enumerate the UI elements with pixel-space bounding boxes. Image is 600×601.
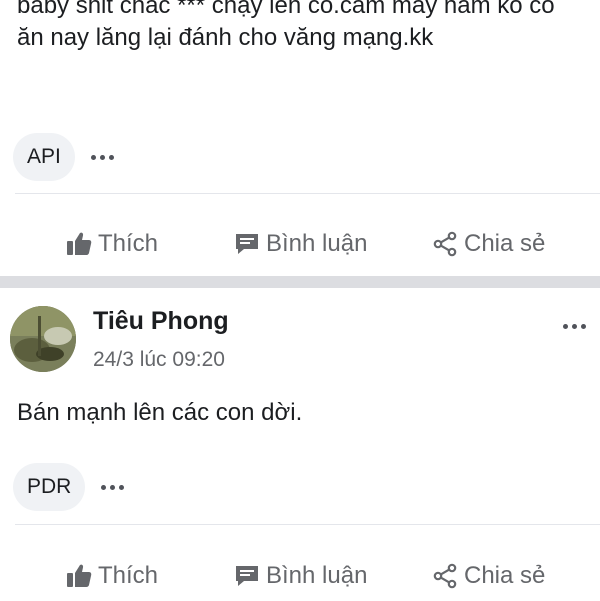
comment-icon <box>236 566 258 586</box>
feed-separator <box>0 276 600 288</box>
more-options-icon[interactable] <box>101 477 125 497</box>
dot <box>99 154 105 160</box>
thumbs-up-icon <box>67 232 92 255</box>
share-button[interactable]: Chia sẻ <box>432 562 545 590</box>
dot <box>90 154 96 160</box>
share-icon <box>433 563 457 589</box>
post-body-text: Bán mạnh lên các con dời. <box>17 399 303 426</box>
post-actions-bar: Thích Bình luận Chia sẻ <box>0 551 600 601</box>
share-button[interactable]: Chia sẻ <box>432 230 545 258</box>
share-label: Chia sẻ <box>464 230 546 257</box>
like-label: Thích <box>98 562 159 589</box>
author-name[interactable]: Tiêu Phong <box>93 307 229 336</box>
post-body-text: baby shit chắc *** chạy lên cô.cầm mấy n… <box>17 0 562 51</box>
post-card: baby shit chắc *** chạy lên cô.cầm mấy n… <box>0 0 600 278</box>
like-button[interactable]: Thích <box>66 230 158 258</box>
tag-chip[interactable]: API <box>13 133 75 181</box>
comment-label: Bình luận <box>266 562 368 589</box>
like-label: Thích <box>98 230 159 257</box>
dot <box>110 484 116 490</box>
share-icon <box>433 231 457 257</box>
more-options-icon[interactable] <box>90 147 114 167</box>
divider <box>15 524 600 525</box>
post-menu-icon[interactable] <box>563 316 586 336</box>
dot <box>563 323 568 329</box>
divider <box>15 193 600 194</box>
comment-button[interactable]: Bình luận <box>234 562 367 590</box>
comment-button[interactable]: Bình luận <box>234 230 367 258</box>
dot <box>108 154 114 160</box>
like-button[interactable]: Thích <box>66 562 158 590</box>
tag-row: PDR <box>13 463 125 511</box>
share-label: Chia sẻ <box>464 562 546 589</box>
avatar[interactable] <box>10 306 76 372</box>
dot <box>101 484 107 490</box>
tag-row: API <box>13 133 114 181</box>
thumbs-up-icon <box>67 564 92 587</box>
tag-chip[interactable]: PDR <box>13 463 86 511</box>
post-timestamp[interactable]: 24/3 lúc 09:20 <box>93 348 225 372</box>
dot <box>581 323 586 329</box>
dot <box>119 484 125 490</box>
post-actions-bar: Thích Bình luận Chia sẻ <box>0 219 600 269</box>
comment-icon <box>236 234 258 254</box>
avatar-image <box>10 306 76 372</box>
dot <box>572 323 577 329</box>
comment-label: Bình luận <box>266 230 368 257</box>
